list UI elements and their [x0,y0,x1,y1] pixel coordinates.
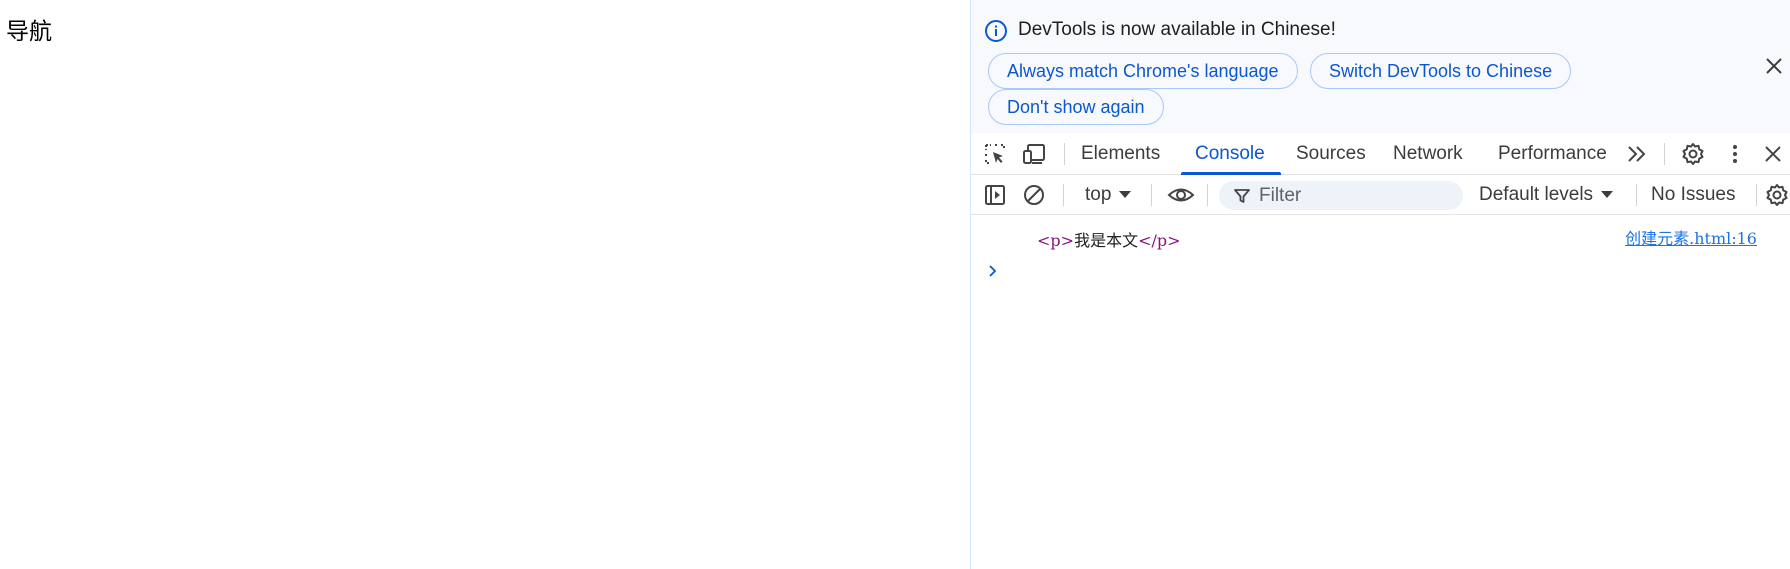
toolbar-divider [1064,143,1065,165]
always-match-language-button[interactable]: Always match Chrome's language [988,53,1298,89]
filter-box [1219,181,1463,210]
open-tag: <p> [1037,231,1075,250]
element-text: 我是本文 [1074,231,1139,250]
settings-icon[interactable] [1681,142,1705,166]
close-icon[interactable] [1763,55,1785,77]
chevron-down-icon [1601,191,1614,199]
sidebar-toggle-icon[interactable] [983,183,1007,207]
tab-network[interactable]: Network [1393,133,1463,175]
tab-console[interactable]: Console [1195,133,1265,175]
close-tag: </p> [1138,231,1181,250]
console-prompt[interactable] [971,259,1790,285]
log-source-link[interactable]: 创建元素.html:16 [1625,225,1757,249]
toolbar-divider [1664,143,1665,165]
live-expression-eye-icon[interactable] [1167,183,1195,207]
toolbar-divider [1636,184,1637,206]
toolbar-divider [1756,184,1757,206]
more-tabs-icon[interactable] [1625,142,1649,166]
clear-console-icon[interactable] [1022,183,1046,207]
javascript-context-select[interactable]: top [1085,175,1132,215]
console-log-message[interactable]: <p>我是本文</p> [1037,227,1181,251]
infobar-message: DevTools is now available in Chinese! [1018,19,1336,40]
page-viewport: 导航 [0,0,970,569]
devtools-tab-bar: Elements Console Sources Network Perform… [971,133,1790,175]
language-infobar: DevTools is now available in Chinese! Al… [971,0,1790,133]
log-levels-dropdown[interactable]: Default levels [1479,175,1614,215]
chevron-down-icon [1119,191,1132,199]
tab-elements[interactable]: Elements [1081,133,1160,175]
console-settings-icon[interactable] [1765,183,1789,207]
page-heading: 导航 [6,19,52,45]
devtools-panel: DevTools is now available in Chinese! Al… [970,0,1790,569]
log-levels-label: Default levels [1479,184,1594,205]
close-devtools-icon[interactable] [1761,142,1785,166]
console-log-row: <p>我是本文</p> 创建元素.html:16 [971,225,1790,251]
device-toolbar-icon[interactable] [1022,142,1046,166]
dont-show-again-button[interactable]: Don't show again [988,89,1164,125]
info-icon [985,20,1007,42]
tab-performance[interactable]: Performance [1498,133,1607,175]
toolbar-divider [1207,184,1208,206]
filter-icon [1234,189,1250,203]
issues-counter[interactable]: No Issues [1651,175,1735,215]
tab-sources[interactable]: Sources [1296,133,1366,175]
switch-to-chinese-button[interactable]: Switch DevTools to Chinese [1310,53,1572,89]
filter-input[interactable] [1259,181,1454,210]
toolbar-divider [1063,184,1064,206]
inspect-element-icon[interactable] [983,142,1007,166]
context-value: top [1085,184,1112,205]
more-options-icon[interactable] [1723,142,1747,166]
console-toolbar: top Default levels No Issues [971,175,1790,215]
chevron-right-icon [989,265,997,277]
toolbar-divider [1151,184,1152,206]
console-output: <p>我是本文</p> 创建元素.html:16 [971,215,1790,569]
